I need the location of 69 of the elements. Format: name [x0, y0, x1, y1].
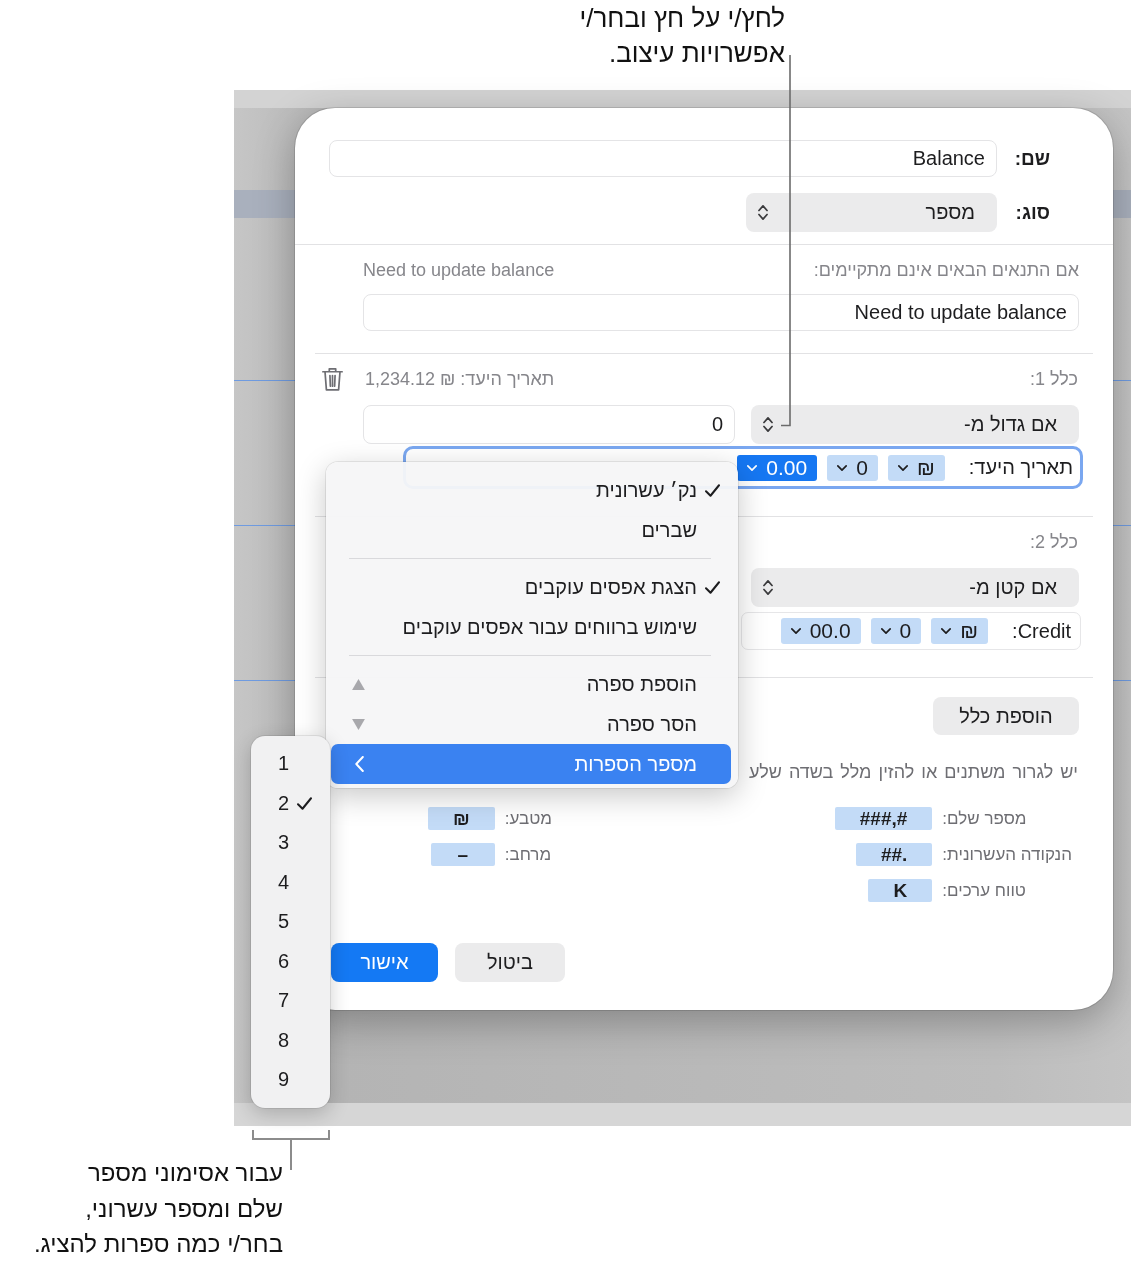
- menu-item[interactable]: שברים: [331, 510, 731, 550]
- legend-label: הנקודה העשרונית:: [942, 844, 1072, 865]
- up-down-chevron-icon: [758, 205, 768, 220]
- format-token[interactable]: ₪: [428, 807, 495, 830]
- text-field[interactable]: Need to update balance: [363, 294, 1079, 331]
- format-token[interactable]: 0.00: [737, 454, 818, 481]
- caret-icon: [897, 464, 908, 471]
- caret-icon: [790, 628, 801, 634]
- trash-icon[interactable]: [322, 367, 343, 391]
- caret-icon: [941, 628, 952, 634]
- caret-icon: [880, 628, 891, 634]
- format-field[interactable]: 00.0 0 ₪ :Credit: [741, 612, 1081, 650]
- text-field[interactable]: 0: [363, 405, 735, 444]
- legend-label: מרחב:: [504, 844, 552, 865]
- caret-icon: [837, 464, 848, 471]
- format-token[interactable]: ##.: [855, 843, 933, 866]
- popup-select[interactable]: אם קטן מ-: [751, 568, 1079, 607]
- format-token[interactable]: 00.0: [780, 618, 861, 644]
- popup-select[interactable]: מספר: [746, 193, 997, 232]
- up-down-chevron-icon: [763, 580, 773, 595]
- menu-item[interactable]: 5: [251, 902, 330, 942]
- menu-item[interactable]: 2: [251, 783, 330, 823]
- cancel-button[interactable]: ביטול: [455, 943, 565, 982]
- confirm-button[interactable]: אישור: [331, 943, 438, 982]
- field-label: סוג:: [1014, 201, 1050, 224]
- field-text: :Credit: [1012, 619, 1071, 643]
- chevron-left-icon: [355, 756, 364, 772]
- menu-item[interactable]: 6: [251, 941, 330, 981]
- menu-item[interactable]: 4: [251, 862, 330, 902]
- preview-text: Need to update balance: [363, 260, 555, 281]
- format-token[interactable]: –: [430, 843, 495, 866]
- popup-select[interactable]: אם גדול מ-: [751, 405, 1079, 444]
- triangle-down-icon: [352, 718, 365, 730]
- menu-item[interactable]: מספר הספרות: [331, 744, 731, 784]
- callout-text: עבור אסימוני מספר שלם ומספר עשרוני, בחר/י כמה ספרות להציג.: [33, 1158, 283, 1259]
- checkmark-icon: [705, 580, 720, 594]
- help-text: יש לגרור משתנים או להזין מלל בשדה שלע: [749, 761, 1078, 783]
- callout-text: לחץ/י על חץ ובחר/י אפשרויות עיצוב.: [579, 2, 785, 70]
- legend-label: מטבע:: [504, 808, 553, 829]
- format-token[interactable]: ₪: [931, 618, 989, 644]
- checkmark-icon: [297, 796, 313, 810]
- add-rule-button[interactable]: הוספת כלל: [933, 697, 1079, 735]
- caret-icon: [747, 464, 758, 471]
- menu-item[interactable]: 9: [251, 1060, 330, 1100]
- preview-text: תאריך היעד: ₪ 1,234.12: [365, 368, 555, 390]
- menu-item[interactable]: הוספת ספרה: [331, 664, 731, 704]
- legend-label: טווח ערכים:: [942, 880, 1026, 901]
- format-token[interactable]: K: [868, 879, 933, 902]
- text-field[interactable]: Balance: [329, 140, 997, 177]
- format-token[interactable]: 0: [827, 454, 878, 481]
- format-token[interactable]: ###,#: [834, 807, 933, 830]
- menu-item[interactable]: 3: [251, 823, 330, 863]
- field-label: שם:: [1013, 147, 1050, 170]
- format-token[interactable]: 0: [870, 618, 922, 644]
- menu-item[interactable]: הצגת אפסים עוקבים: [331, 567, 731, 607]
- menu-item[interactable]: 1: [251, 744, 330, 784]
- format-token[interactable]: ₪: [887, 454, 945, 481]
- legend-label: מספר שלם:: [942, 808, 1027, 829]
- condition-label: אם התנאים הבאים אינם מתקיימים:: [813, 260, 1079, 281]
- menu-item[interactable]: 8: [251, 1020, 330, 1060]
- checkmark-icon: [705, 483, 720, 497]
- rule-label: כלל 2:: [1029, 531, 1078, 553]
- field-text: תאריך היעד:: [968, 456, 1073, 479]
- up-down-chevron-icon: [763, 417, 773, 432]
- menu-item[interactable]: שימוש ברווחים עבור אפסים עוקבים: [331, 607, 731, 647]
- menu-item[interactable]: הסר ספרה: [331, 704, 731, 744]
- triangle-up-icon: [352, 678, 365, 690]
- rule-label: כלל 1:: [1029, 368, 1078, 390]
- menu-item[interactable]: 7: [251, 981, 330, 1021]
